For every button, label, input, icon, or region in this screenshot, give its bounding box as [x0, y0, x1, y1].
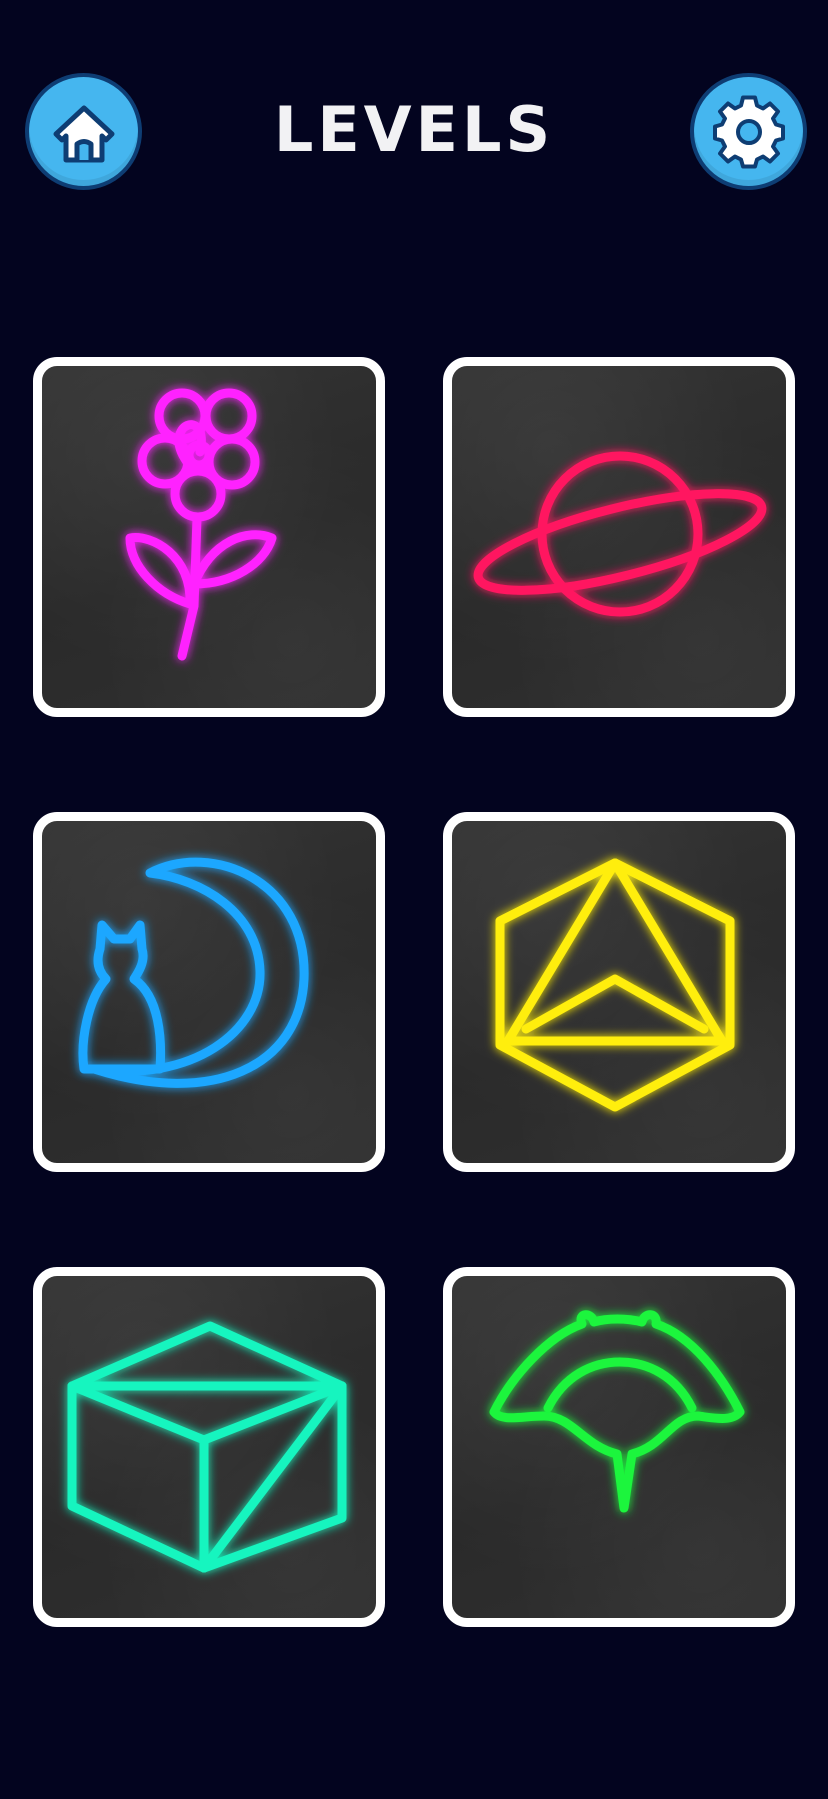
planet-icon: [473, 451, 767, 617]
level-card-planet[interactable]: [443, 357, 795, 717]
level-grid: [0, 0, 828, 1799]
polyhedron-icon: [495, 858, 735, 1112]
cat-moon-icon: [78, 857, 309, 1088]
stingray-icon: [489, 1310, 745, 1513]
level-card-cat-moon[interactable]: [33, 812, 385, 1172]
level-card-flower[interactable]: [33, 357, 385, 717]
level-card-stingray[interactable]: [443, 1267, 795, 1627]
cube-icon: [67, 1321, 347, 1573]
level-card-polyhedron[interactable]: [443, 812, 795, 1172]
level-card-cube[interactable]: [33, 1267, 385, 1627]
flower-icon: [125, 388, 277, 661]
